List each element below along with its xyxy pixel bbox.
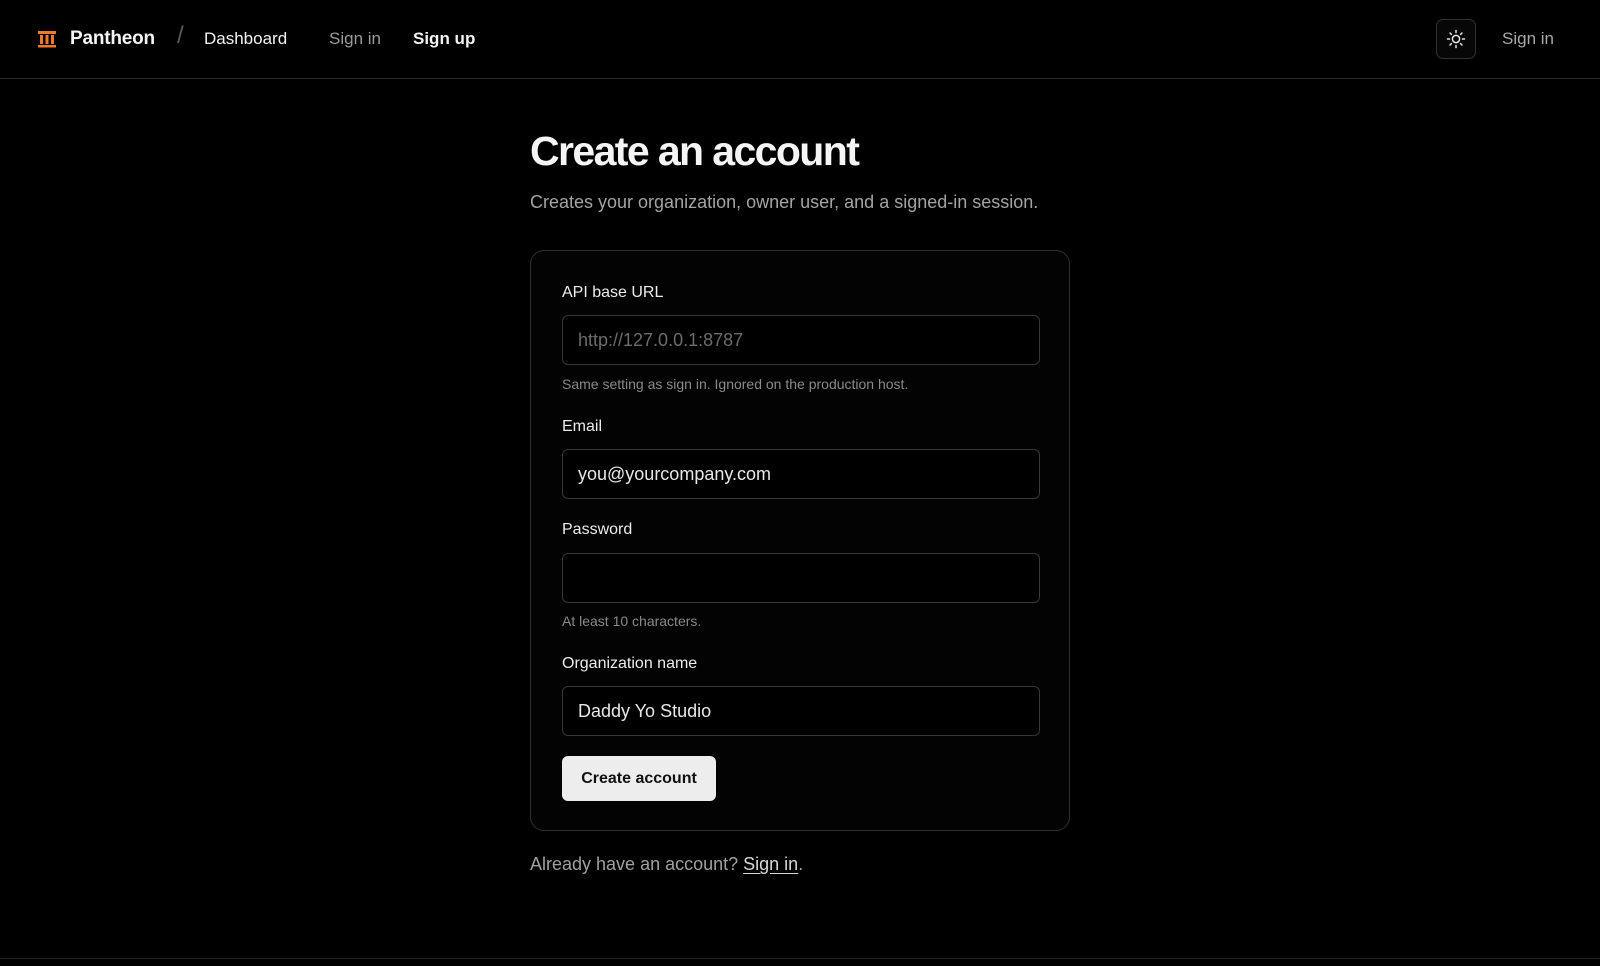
password-label: Password — [562, 521, 633, 538]
api-base-url-label: API base URL — [562, 284, 664, 301]
signup-form-card: API base URL Same setting as sign in. Ig… — [530, 250, 1070, 831]
password-field[interactable] — [562, 553, 1040, 603]
sign-in-prompt-text: Already have an account? — [530, 854, 744, 874]
nav-sign-in-link[interactable]: Sign in — [329, 29, 381, 49]
bottom-divider — [0, 958, 1600, 959]
pillars-icon — [38, 31, 56, 48]
email-field[interactable] — [562, 449, 1040, 499]
api-base-url-hint: Same setting as sign in. Ignored on the … — [562, 376, 909, 392]
brand-logo[interactable]: Pantheon — [38, 24, 155, 54]
theme-toggle-button[interactable] — [1436, 19, 1476, 59]
sign-in-prompt-suffix: . — [798, 854, 804, 874]
api-base-url-input[interactable] — [562, 315, 1040, 365]
page-subtitle: Creates your organization, owner user, a… — [530, 192, 1039, 212]
password-hint: At least 10 characters. — [562, 613, 702, 629]
top-navigation-bar: Pantheon / Dashboard Sign in Sign up Sig… — [0, 0, 1600, 79]
breadcrumb-dashboard[interactable]: Dashboard — [204, 29, 287, 49]
footer-sign-in-link[interactable]: Sign in — [743, 854, 798, 874]
brand-name: Pantheon — [70, 28, 155, 49]
nav-sign-up-link[interactable]: Sign up — [413, 29, 475, 49]
organization-name-label: Organization name — [562, 655, 698, 672]
header-sign-in-link[interactable]: Sign in — [1502, 29, 1554, 49]
page-title: Create an account — [530, 128, 860, 174]
sun-icon — [1446, 29, 1466, 49]
create-account-button[interactable]: Create account — [562, 756, 716, 801]
sign-in-prompt: Already have an account? Sign in. — [530, 854, 803, 875]
breadcrumb-separator: / — [177, 22, 184, 49]
email-label: Email — [562, 418, 603, 435]
organization-name-field[interactable] — [562, 686, 1040, 736]
